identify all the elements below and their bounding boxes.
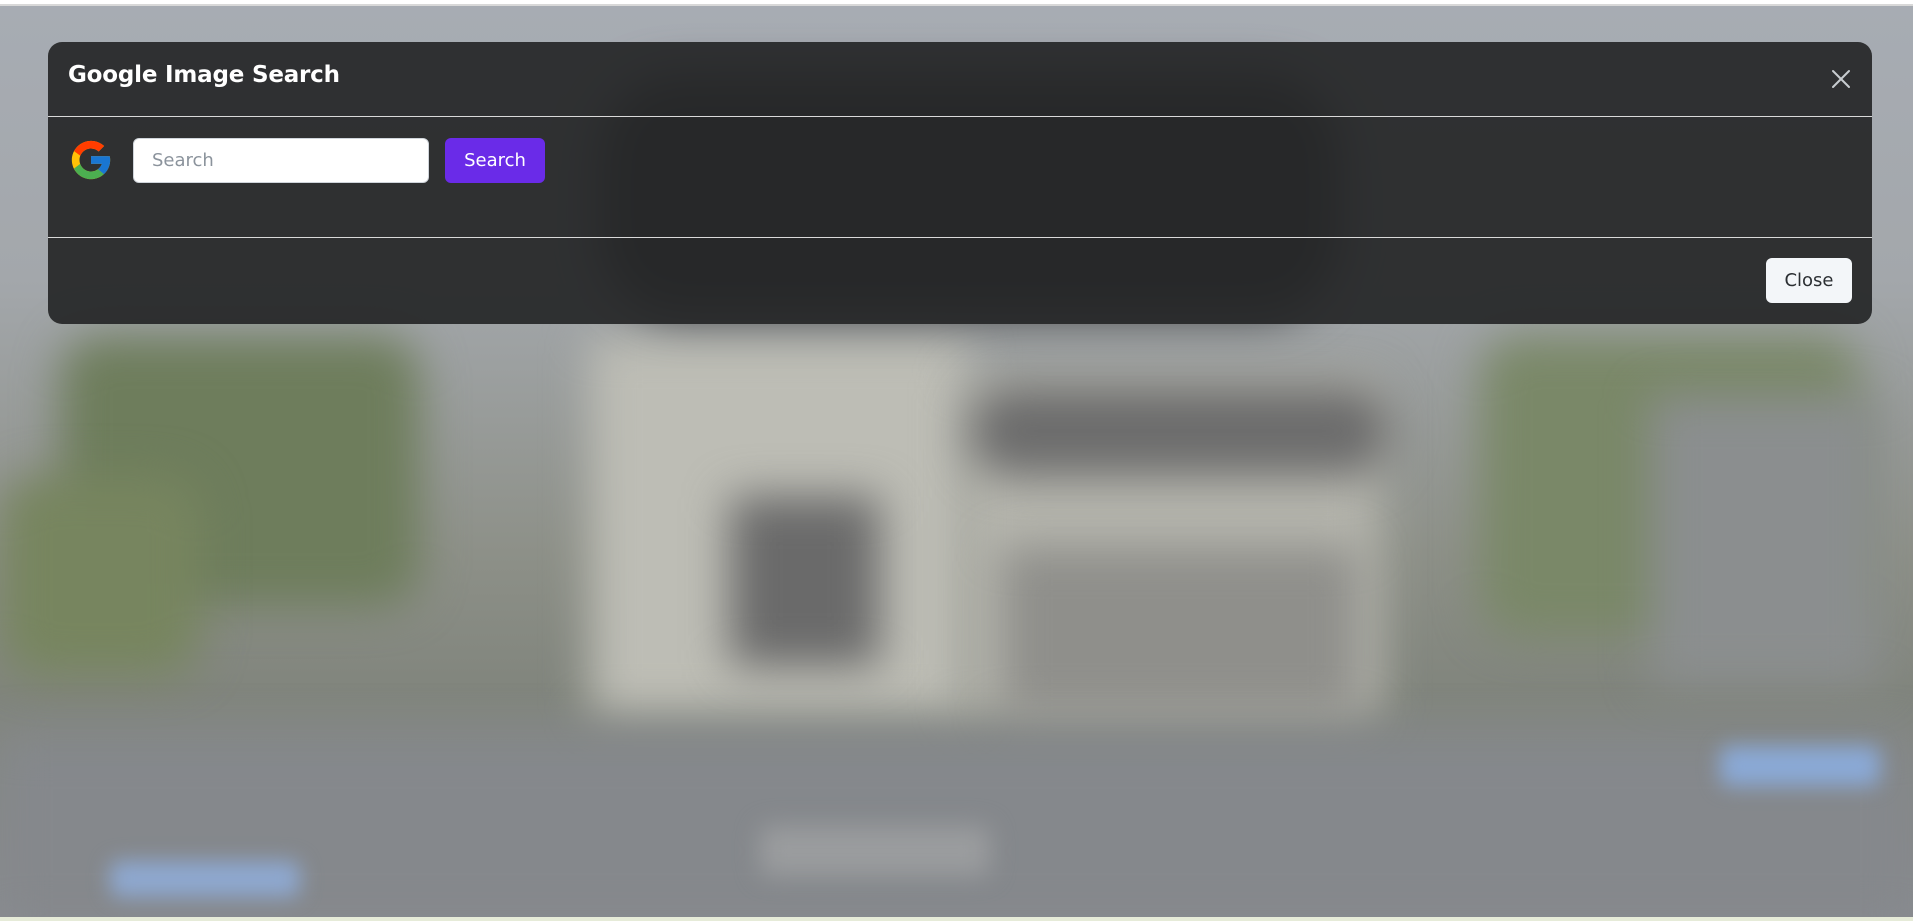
- close-button[interactable]: Close: [1766, 258, 1852, 303]
- search-button[interactable]: Search: [445, 138, 545, 183]
- close-icon[interactable]: [1828, 66, 1854, 92]
- bottom-border: [0, 917, 1913, 921]
- search-input[interactable]: [133, 138, 429, 183]
- google-image-search-modal: Google Image Search Search Close: [48, 42, 1872, 324]
- modal-header: Google Image Search: [48, 42, 1872, 117]
- modal-title: Google Image Search: [68, 62, 340, 88]
- modal-footer: Close: [48, 238, 1872, 324]
- google-logo-icon: [71, 140, 111, 180]
- modal-body: Search: [48, 117, 1872, 238]
